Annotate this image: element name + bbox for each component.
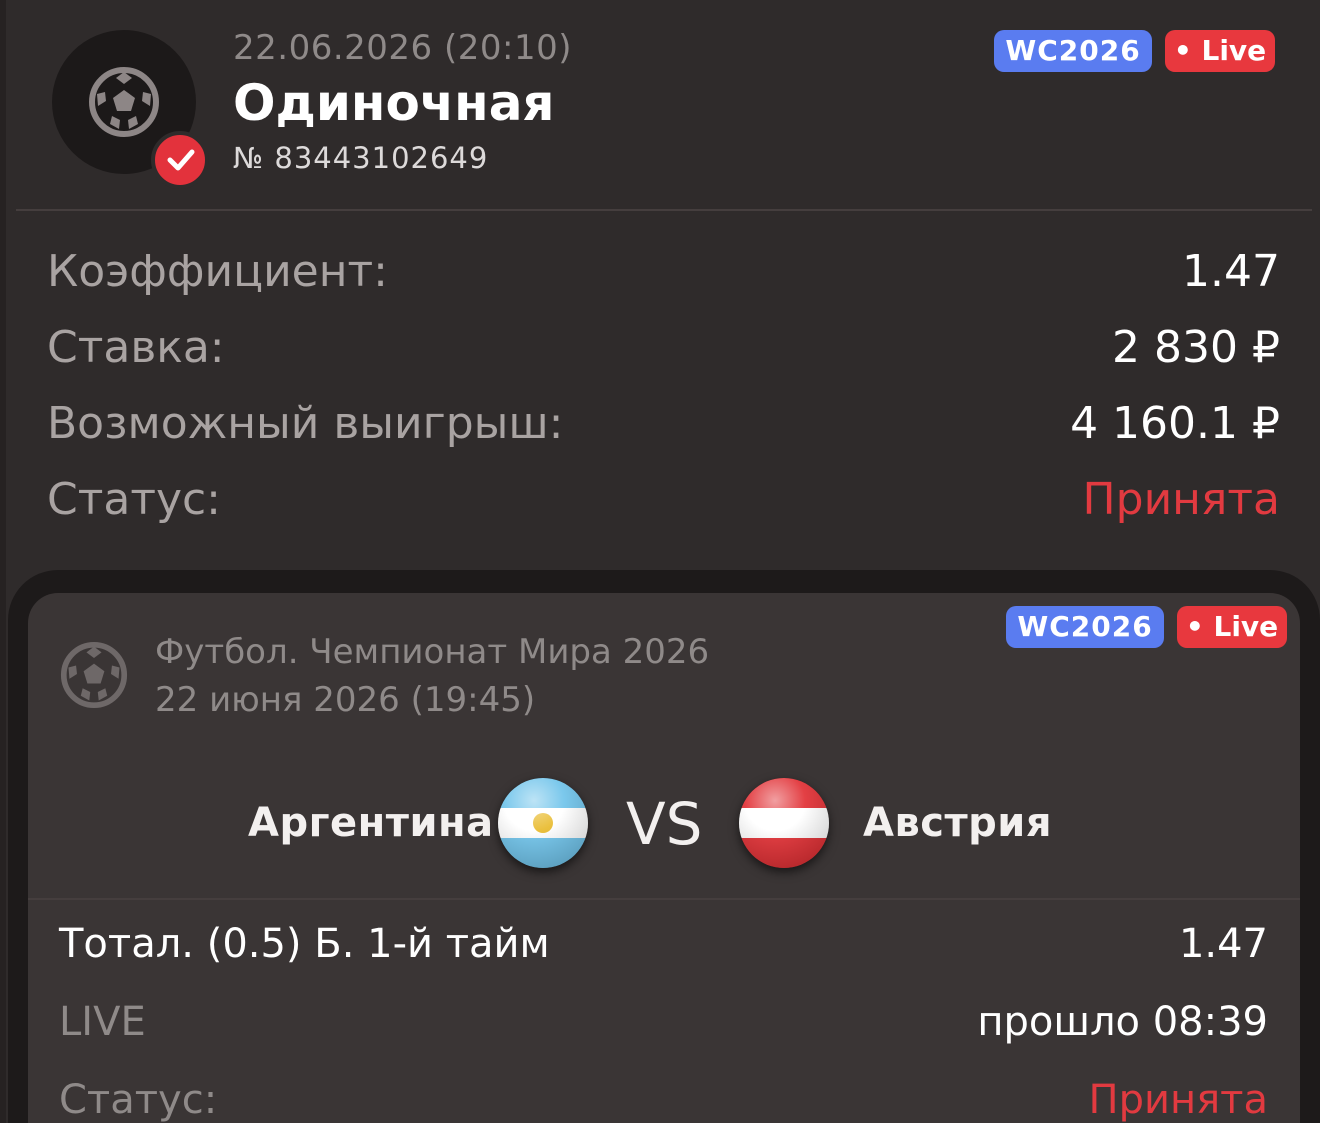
odds-label: Коэффициент: — [47, 246, 388, 297]
bet-datetime: 22.06.2026 (20:10) — [233, 28, 572, 68]
stake-value: 2 830 ₽ — [1112, 322, 1280, 373]
versus-label: VS — [626, 790, 703, 858]
event-status-label: Статус: — [59, 1077, 218, 1123]
status-value: Принята — [1082, 474, 1280, 525]
event-date: 22 июня 2026 (19:45) — [155, 680, 536, 720]
home-team-name: Аргентина — [248, 800, 494, 846]
football-icon — [60, 641, 128, 709]
event-league: Футбол. Чемпионат Мира 2026 — [155, 632, 710, 672]
football-icon — [89, 67, 159, 137]
tournament-tag: WC2026 — [994, 30, 1152, 72]
event-tournament-tag: WC2026 — [1006, 606, 1164, 648]
header-divider — [16, 209, 1312, 211]
austria-flag — [739, 778, 829, 868]
live-label: LIVE — [59, 999, 146, 1045]
elapsed-time: прошло 08:39 — [977, 999, 1268, 1045]
away-team-name: Австрия — [863, 800, 1053, 846]
market-name: Тотал. (0.5) Б. 1-й тайм — [59, 921, 550, 967]
market-odds: 1.47 — [1178, 921, 1268, 967]
event-divider — [28, 898, 1300, 900]
live-tag: • Live — [1165, 30, 1275, 72]
left-edge — [0, 0, 6, 1123]
odds-value: 1.47 — [1182, 246, 1280, 297]
bet-type: Одиночная — [233, 74, 555, 132]
check-icon — [167, 149, 195, 171]
event-status-value: Принята — [1088, 1077, 1269, 1123]
payout-label: Возможный выигрыш: — [47, 398, 564, 449]
payout-value: 4 160.1 ₽ — [1070, 398, 1280, 449]
bet-details-screen: 22.06.2026 (20:10) Одиночная № 834431026… — [0, 0, 1320, 1123]
status-label: Статус: — [47, 474, 222, 525]
stake-label: Ставка: — [47, 322, 225, 373]
bet-number: № 83443102649 — [233, 141, 489, 175]
accepted-badge — [151, 131, 209, 189]
argentina-flag — [498, 778, 588, 868]
event-live-tag: • Live — [1177, 606, 1287, 648]
